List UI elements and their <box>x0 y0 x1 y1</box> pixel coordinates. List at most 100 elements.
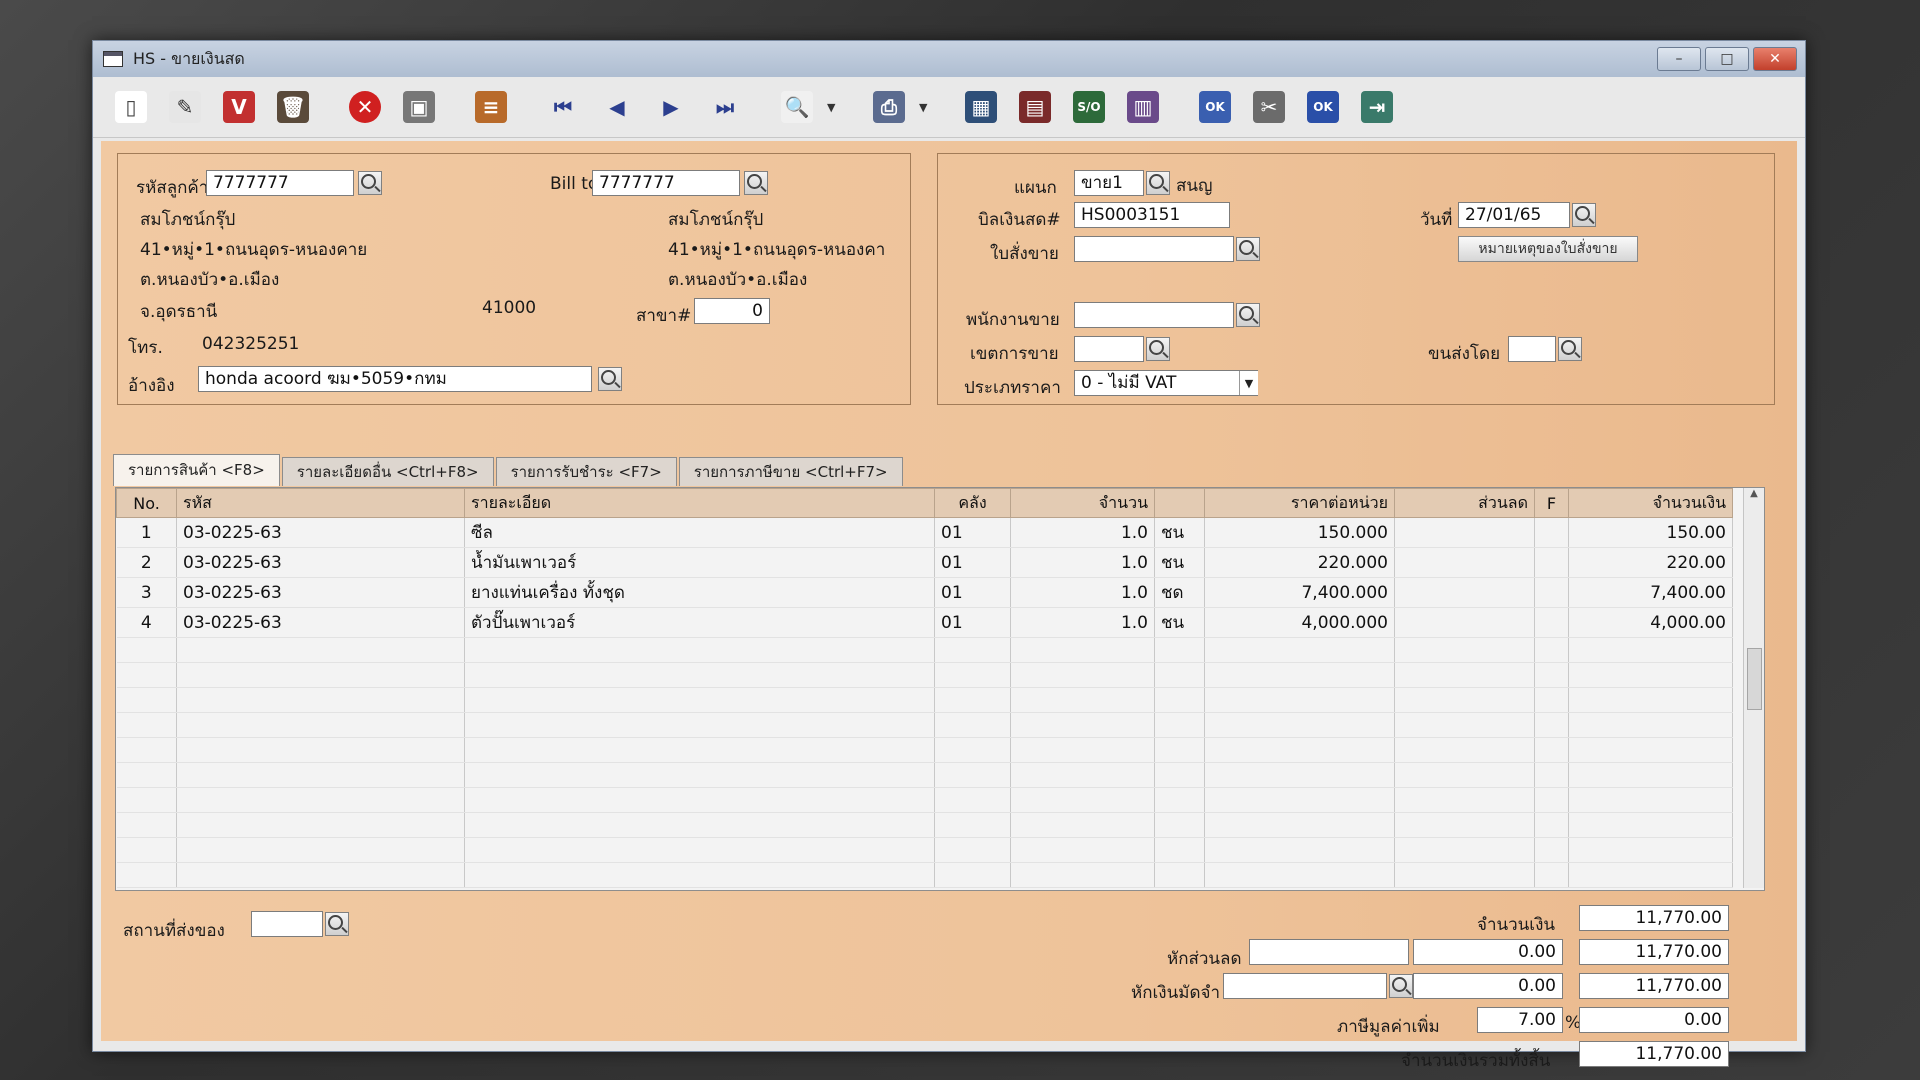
table-cell[interactable] <box>176 737 465 763</box>
table-cell[interactable] <box>1204 762 1395 788</box>
table-cell[interactable] <box>934 837 1011 863</box>
table-cell[interactable] <box>176 837 465 863</box>
table-cell[interactable] <box>934 712 1011 738</box>
reference-input[interactable]: honda acoord ฆม•5059•กทม <box>198 366 592 392</box>
column-header[interactable]: คลัง <box>934 488 1011 518</box>
table-cell[interactable] <box>1204 837 1395 863</box>
table-cell[interactable] <box>1394 547 1535 578</box>
table-cell[interactable] <box>1534 812 1569 838</box>
table-cell[interactable] <box>1010 762 1155 788</box>
deposit-amount-input[interactable]: 0.00 <box>1413 973 1563 999</box>
column-header[interactable]: รายละเอียด <box>464 488 935 518</box>
void-button[interactable]: V <box>215 83 263 131</box>
column-header[interactable]: ราคาต่อหน่วย <box>1204 488 1395 518</box>
table-cell[interactable] <box>934 762 1011 788</box>
minimize-button[interactable]: – <box>1657 47 1701 71</box>
table-cell[interactable] <box>1534 687 1569 713</box>
table-cell[interactable] <box>934 812 1011 838</box>
ok-button[interactable]: OK <box>1299 83 1347 131</box>
table-cell[interactable]: ชด <box>1154 577 1205 608</box>
table-cell[interactable] <box>1534 517 1569 548</box>
table-cell[interactable] <box>1010 837 1155 863</box>
table-cell[interactable]: 1.0 <box>1010 607 1155 638</box>
table-cell[interactable]: 3 <box>116 577 177 608</box>
table-cell[interactable] <box>1534 637 1569 663</box>
table-cell[interactable] <box>1534 712 1569 738</box>
table-cell[interactable] <box>1204 812 1395 838</box>
table-cell[interactable]: 1 <box>116 517 177 548</box>
table-cell[interactable] <box>1394 577 1535 608</box>
chevron-down-icon[interactable]: ▼ <box>919 101 933 114</box>
table-cell[interactable] <box>116 787 177 813</box>
empty-row[interactable] <box>116 637 1733 663</box>
table-cell[interactable]: 220.000 <box>1204 547 1395 578</box>
find-document-button[interactable]: 🔍 <box>773 83 821 131</box>
items-grid[interactable]: No. รหัส รายละเอียด คลัง จำนวน ราคาต่อหน่วย ส่… <box>115 487 1765 891</box>
branch-input[interactable]: 0 <box>694 298 770 324</box>
maximize-button[interactable]: □ <box>1705 47 1749 71</box>
sales-area-input[interactable] <box>1074 336 1144 362</box>
table-cell[interactable] <box>1394 712 1535 738</box>
table-cell[interactable] <box>1154 662 1205 688</box>
table-cell[interactable] <box>934 637 1011 663</box>
table-cell[interactable] <box>116 637 177 663</box>
table-cell[interactable] <box>1010 737 1155 763</box>
table-cell[interactable] <box>934 862 1011 888</box>
date-picker-icon[interactable] <box>1572 203 1596 227</box>
cash-bill-number-input[interactable]: HS0003151 <box>1074 202 1230 228</box>
table-cell[interactable] <box>464 762 935 788</box>
table-cell[interactable] <box>1534 577 1569 608</box>
table-cell[interactable] <box>1394 607 1535 638</box>
table-cell[interactable] <box>1568 837 1733 863</box>
column-header[interactable]: จำนวนเงิน <box>1568 488 1733 518</box>
column-header[interactable] <box>1154 488 1205 518</box>
table-cell[interactable] <box>176 812 465 838</box>
next-record-button[interactable]: ▶ <box>647 83 695 131</box>
table-cell[interactable] <box>1010 787 1155 813</box>
deposit-text-input[interactable] <box>1223 973 1387 999</box>
ledger-button[interactable]: S/O <box>1065 83 1113 131</box>
table-cell[interactable] <box>1534 547 1569 578</box>
table-cell[interactable]: 4,000.000 <box>1204 607 1395 638</box>
table-cell[interactable] <box>176 687 465 713</box>
empty-row[interactable] <box>116 762 1733 788</box>
table-cell[interactable] <box>464 837 935 863</box>
table-cell[interactable]: 150.000 <box>1204 517 1395 548</box>
table-cell[interactable]: ชน <box>1154 517 1205 548</box>
bill-to-input[interactable]: 7777777 <box>592 170 740 196</box>
table-cell[interactable]: 1.0 <box>1010 517 1155 548</box>
table-cell[interactable]: 7,400.000 <box>1204 577 1395 608</box>
cancel-button[interactable]: ✕ <box>341 83 389 131</box>
tab-other-details[interactable]: รายละเอียดอื่น <Ctrl+F8> <box>281 457 494 486</box>
discount-text-input[interactable] <box>1249 939 1409 965</box>
table-cell[interactable] <box>1010 637 1155 663</box>
column-header[interactable]: รหัส <box>176 488 465 518</box>
table-cell[interactable] <box>1204 687 1395 713</box>
table-cell[interactable] <box>1394 762 1535 788</box>
scroll-thumb[interactable] <box>1747 648 1762 710</box>
table-cell[interactable] <box>464 637 935 663</box>
table-cell[interactable]: 2 <box>116 547 177 578</box>
table-cell[interactable] <box>1154 712 1205 738</box>
table-cell[interactable] <box>1204 737 1395 763</box>
table-cell[interactable] <box>176 712 465 738</box>
table-cell[interactable] <box>1154 787 1205 813</box>
table-cell[interactable] <box>1010 862 1155 888</box>
table-cell[interactable]: น้ำมันเพาเวอร์ <box>464 547 935 578</box>
table-cell[interactable] <box>1154 737 1205 763</box>
discount-amount-input[interactable]: 0.00 <box>1413 939 1563 965</box>
table-cell[interactable] <box>1154 637 1205 663</box>
column-header[interactable]: F <box>1534 488 1569 518</box>
table-cell[interactable] <box>1568 662 1733 688</box>
delivery-place-search-icon[interactable] <box>325 912 349 936</box>
edit-button[interactable]: ✎ <box>161 83 209 131</box>
table-cell[interactable] <box>116 737 177 763</box>
deposit-search-icon[interactable] <box>1389 974 1413 998</box>
table-cell[interactable] <box>464 862 935 888</box>
table-cell[interactable] <box>116 712 177 738</box>
table-cell[interactable] <box>116 862 177 888</box>
scroll-up-icon[interactable]: ▲ <box>1744 488 1764 506</box>
table-cell[interactable] <box>176 762 465 788</box>
table-cell[interactable] <box>1394 862 1535 888</box>
table-cell[interactable] <box>1204 637 1395 663</box>
